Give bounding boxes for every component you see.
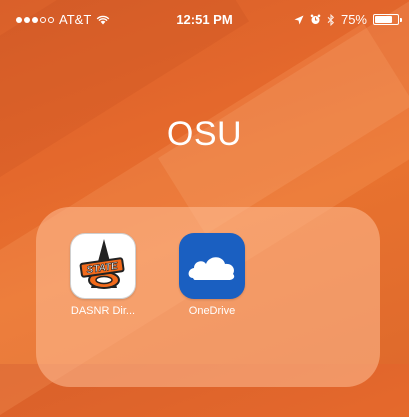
folder-title[interactable]: OSU [0,115,409,154]
status-right: 75% [294,12,402,27]
status-bar: AT&T 12:51 PM 75% [0,0,409,44]
onedrive-cloud-icon[interactable] [179,233,245,299]
osu-state-logo-icon[interactable]: STATE [70,233,136,299]
battery-icon [373,14,402,25]
battery-percentage: 75% [340,12,367,27]
app-label: OneDrive [188,305,236,317]
battery-tip [400,18,402,22]
bluetooth-icon [327,13,335,26]
app-label: DASNR Dir... [70,305,136,317]
app-dasnr-directory[interactable]: STATE DASNR Dir... [58,233,148,317]
app-onedrive[interactable]: OneDrive [167,233,257,317]
battery-fill [375,16,392,23]
location-arrow-icon [294,15,304,24]
folder-panel: STATE DASNR Dir... OneDrive [36,207,380,387]
alarm-clock-icon [310,14,321,24]
